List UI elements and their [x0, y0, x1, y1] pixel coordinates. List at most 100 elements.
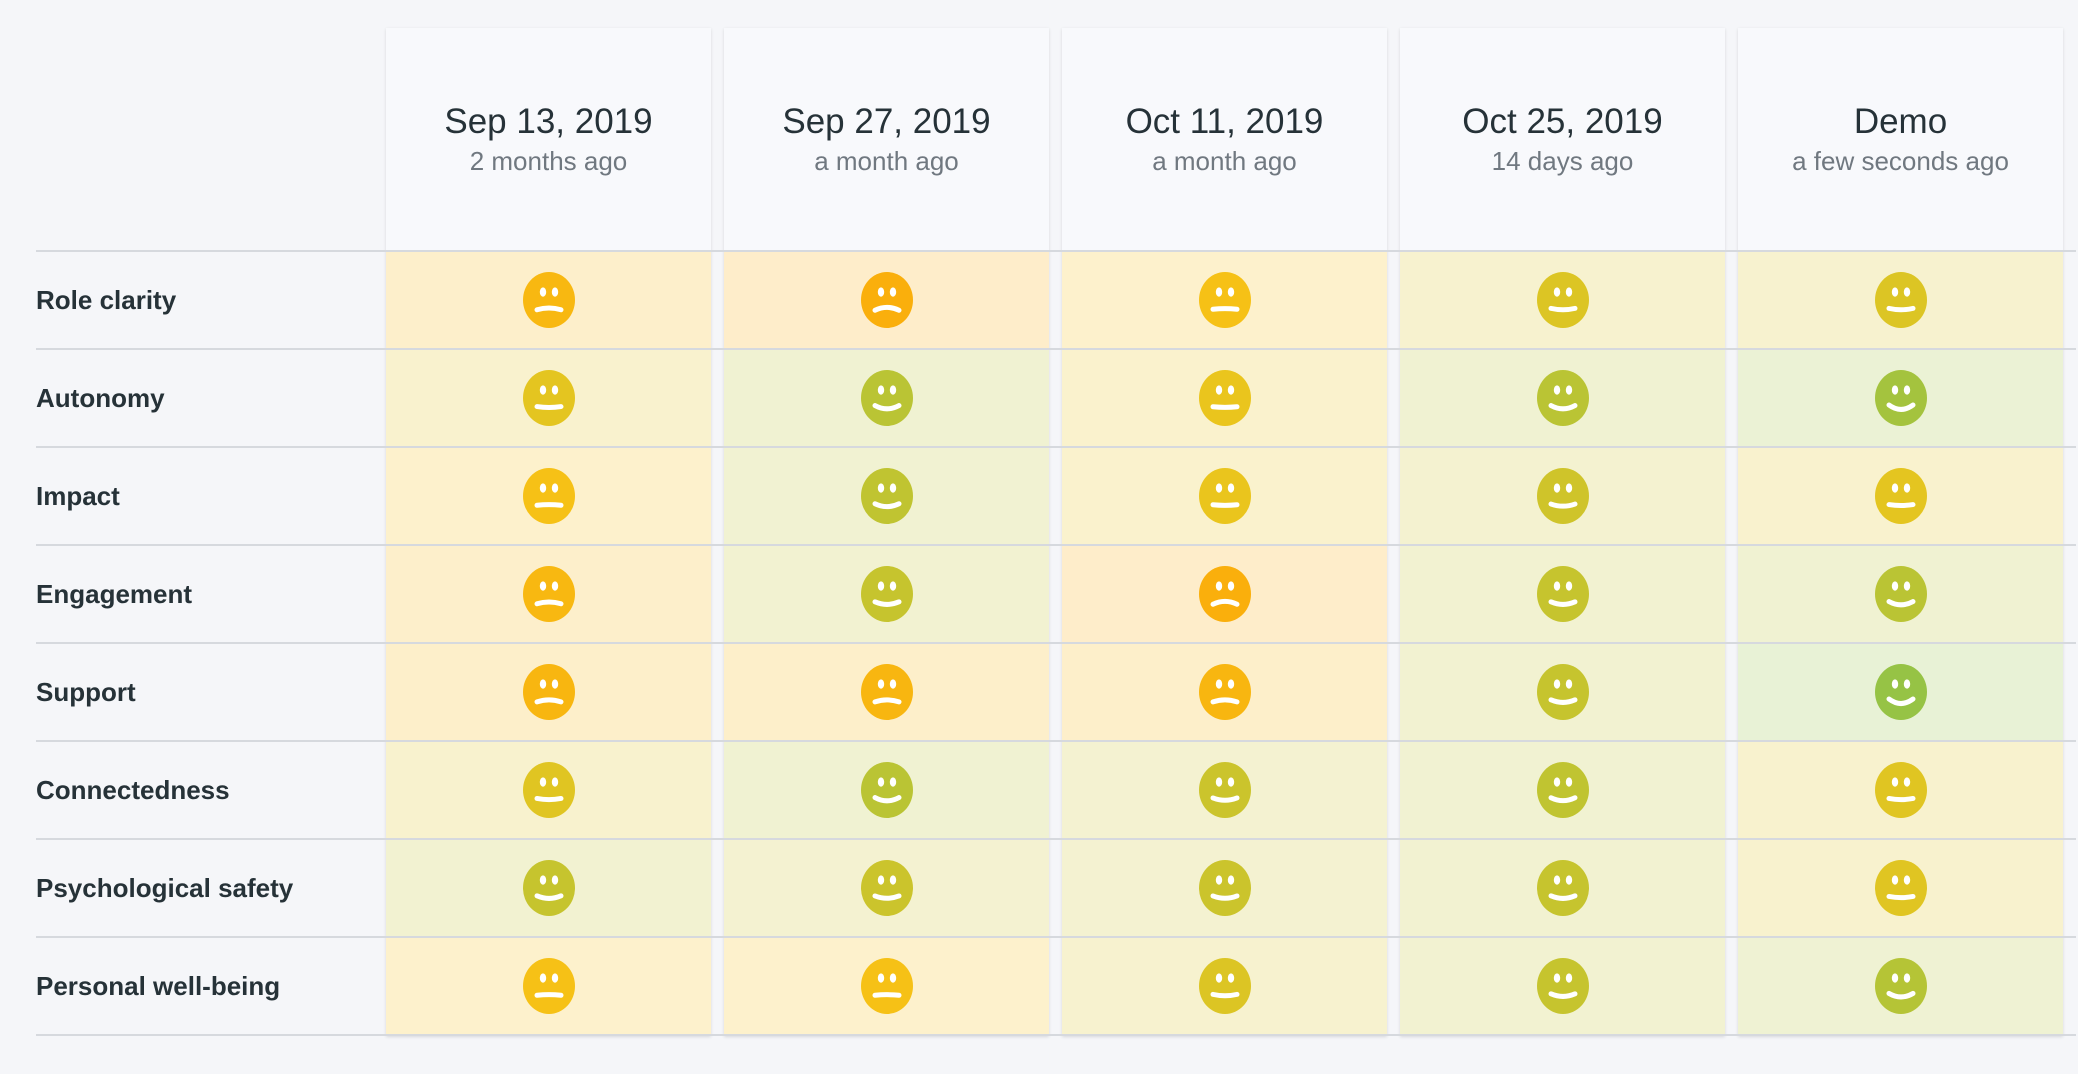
mood-face-icon	[1874, 958, 1927, 1014]
mood-cell[interactable]	[1062, 938, 1387, 1034]
mood-face-icon	[522, 370, 575, 426]
mood-cell[interactable]	[1738, 938, 2063, 1034]
mood-face-icon	[1198, 272, 1251, 328]
mood-face-icon	[860, 860, 913, 916]
mood-face-icon	[1198, 468, 1251, 524]
mood-face-icon	[860, 272, 913, 328]
mood-cell[interactable]	[724, 252, 1049, 348]
mood-cell[interactable]	[724, 448, 1049, 544]
mood-face-icon	[522, 860, 575, 916]
mood-face-icon	[1874, 468, 1927, 524]
mood-face-icon	[1536, 860, 1589, 916]
session-relative-time: 2 months ago	[469, 146, 628, 176]
mood-cell[interactable]	[724, 644, 1049, 740]
mood-face-icon	[1198, 958, 1251, 1014]
mood-cell[interactable]	[1062, 840, 1387, 936]
row-label: Role clarity	[36, 285, 177, 315]
mood-cell[interactable]	[386, 546, 711, 642]
row-label: Psychological safety	[36, 873, 294, 903]
mood-cell[interactable]	[386, 840, 711, 936]
mood-face-icon	[522, 468, 575, 524]
mood-face-icon	[1198, 370, 1251, 426]
row-label: Impact	[36, 481, 120, 511]
mood-cell[interactable]	[1400, 448, 1725, 544]
mood-cell[interactable]	[386, 448, 711, 544]
session-relative-time: a month ago	[814, 146, 959, 176]
mood-face-icon	[1198, 762, 1251, 818]
row-label: Engagement	[36, 579, 193, 609]
mood-face-icon	[522, 664, 575, 720]
mood-cell[interactable]	[1062, 252, 1387, 348]
mood-cell[interactable]	[1400, 938, 1725, 1034]
mood-cell[interactable]	[1400, 252, 1725, 348]
mood-cell[interactable]	[1738, 546, 2063, 642]
mood-face-icon	[1536, 272, 1589, 328]
mood-face-icon	[1198, 664, 1251, 720]
mood-face-icon	[1536, 762, 1589, 818]
session-date: Demo	[1853, 102, 1948, 141]
mood-face-icon	[1198, 566, 1251, 622]
mood-face-icon	[1874, 762, 1927, 818]
mood-cell[interactable]	[1062, 644, 1387, 740]
mood-face-icon	[860, 958, 913, 1014]
mood-cell[interactable]	[1062, 350, 1387, 446]
mood-cell[interactable]	[724, 742, 1049, 838]
mood-cell[interactable]	[1400, 644, 1725, 740]
session-header[interactable]: Sep 27, 2019 a month ago	[724, 28, 1049, 252]
session-date: Sep 27, 2019	[782, 102, 991, 141]
row-label: Connectedness	[36, 775, 230, 805]
mood-cell[interactable]	[724, 938, 1049, 1034]
mood-face-icon	[1874, 566, 1927, 622]
mood-cell[interactable]	[386, 938, 711, 1034]
mood-face-icon	[1536, 664, 1589, 720]
session-header[interactable]: Demo a few seconds ago	[1738, 28, 2063, 252]
row-label: Autonomy	[36, 383, 165, 413]
mood-cell[interactable]	[386, 742, 711, 838]
mood-cell[interactable]	[1400, 546, 1725, 642]
mood-cell[interactable]	[386, 252, 711, 348]
session-header[interactable]: Oct 25, 2019 14 days ago	[1400, 28, 1725, 252]
mood-face-icon	[860, 468, 913, 524]
mood-cell[interactable]	[1738, 742, 2063, 838]
mood-face-icon	[1536, 566, 1589, 622]
mood-face-icon	[860, 762, 913, 818]
row-label: Personal well-being	[36, 971, 281, 1001]
mood-cell[interactable]	[1400, 840, 1725, 936]
mood-face-icon	[1874, 370, 1927, 426]
mood-cell[interactable]	[1400, 742, 1725, 838]
row-label: Support	[36, 677, 136, 707]
mood-cell[interactable]	[386, 350, 711, 446]
session-header[interactable]: Sep 13, 2019 2 months ago	[386, 28, 711, 252]
session-relative-time: a month ago	[1152, 146, 1297, 176]
row-divider	[36, 1034, 2076, 1036]
session-date: Oct 25, 2019	[1462, 102, 1663, 141]
mood-cell[interactable]	[724, 546, 1049, 642]
session-relative-time: 14 days ago	[1491, 146, 1634, 176]
session-date: Sep 13, 2019	[444, 102, 653, 141]
mood-face-icon	[522, 566, 575, 622]
session-header[interactable]: Oct 11, 2019 a month ago	[1062, 28, 1387, 252]
mood-cell[interactable]	[1400, 350, 1725, 446]
mood-face-icon	[1874, 272, 1927, 328]
mood-face-icon	[860, 370, 913, 426]
mood-cell[interactable]	[724, 840, 1049, 936]
mood-face-icon	[1874, 860, 1927, 916]
mood-face-icon	[1536, 958, 1589, 1014]
mood-cell[interactable]	[1738, 448, 2063, 544]
mood-face-icon	[860, 664, 913, 720]
mood-face-icon	[1874, 664, 1927, 720]
mood-cell[interactable]	[386, 644, 711, 740]
mood-cell[interactable]	[1738, 252, 2063, 348]
session-relative-time: a few seconds ago	[1792, 146, 2009, 176]
mood-cell[interactable]	[1738, 350, 2063, 446]
mood-face-icon	[522, 762, 575, 818]
mood-face-icon	[1536, 468, 1589, 524]
mood-face-icon	[860, 566, 913, 622]
mood-face-icon	[1198, 860, 1251, 916]
mood-cell[interactable]	[1062, 448, 1387, 544]
mood-cell[interactable]	[1738, 644, 2063, 740]
mood-cell[interactable]	[1738, 840, 2063, 936]
mood-cell[interactable]	[1062, 546, 1387, 642]
mood-cell[interactable]	[1062, 742, 1387, 838]
mood-cell[interactable]	[724, 350, 1049, 446]
